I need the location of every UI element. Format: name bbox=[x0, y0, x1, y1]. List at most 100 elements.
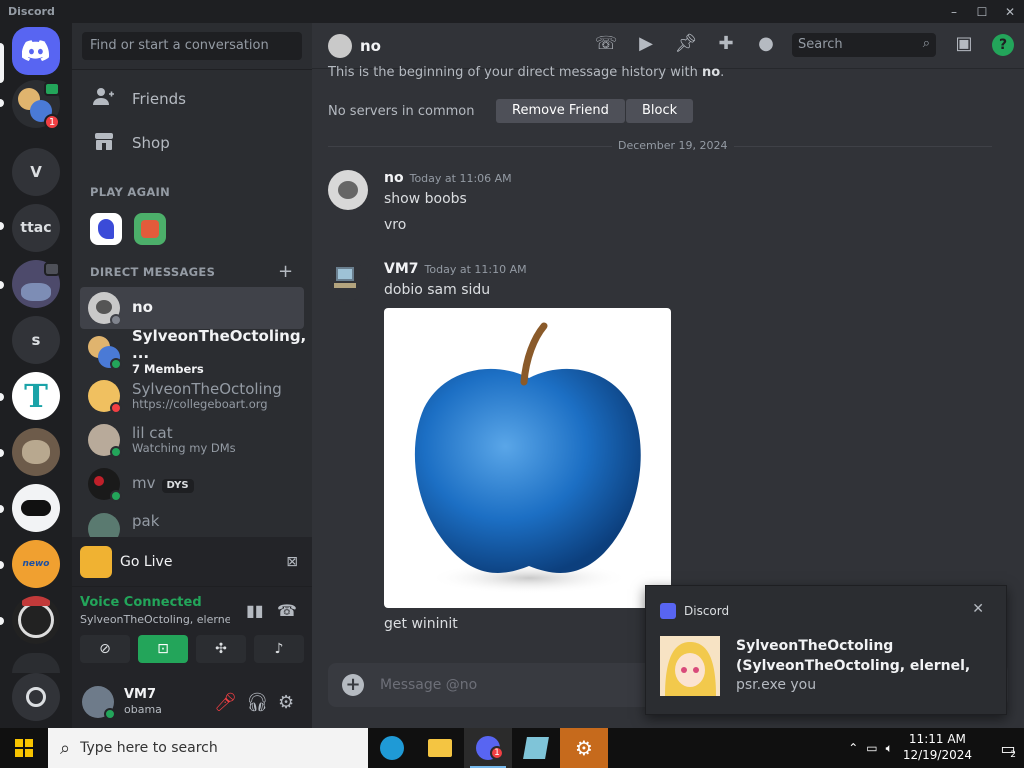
message-timestamp: Today at 11:10 AM bbox=[424, 263, 527, 276]
discover-icon[interactable] bbox=[12, 673, 60, 721]
soundboard-button[interactable]: ♪ bbox=[254, 635, 304, 663]
settings-taskbar-icon[interactable]: ⚙ bbox=[560, 728, 608, 768]
disconnect-icon[interactable]: ☎ bbox=[277, 601, 297, 620]
search-input[interactable]: Search ⌕ bbox=[792, 33, 936, 57]
noise-suppression-icon[interactable]: ▮▮ bbox=[246, 601, 264, 620]
mic-muted-icon[interactable]: 🎤︎ bbox=[214, 692, 237, 713]
toast-close-icon[interactable]: ✕ bbox=[972, 601, 984, 617]
server-partial-icon[interactable] bbox=[12, 653, 60, 673]
message-image[interactable] bbox=[384, 308, 671, 608]
user-avatar[interactable] bbox=[82, 686, 116, 720]
screen-share-button[interactable]: ⊡ bbox=[138, 635, 188, 663]
minimize-button[interactable]: – bbox=[940, 5, 968, 19]
chat-icon bbox=[44, 262, 60, 276]
remove-friend-button[interactable]: Remove Friend bbox=[496, 99, 625, 123]
server-s[interactable]: s bbox=[12, 316, 60, 364]
dnd-status-icon bbox=[110, 402, 122, 414]
avatar bbox=[88, 513, 120, 537]
clock[interactable]: 11:11 AM 12/19/2024 bbox=[903, 732, 972, 763]
avatar bbox=[88, 468, 122, 502]
friends-nav-item[interactable]: Friends bbox=[80, 78, 304, 120]
start-button[interactable] bbox=[0, 728, 48, 768]
dm-item-sylveon[interactable]: SylveonTheOctoling https://collegeboart.… bbox=[80, 375, 304, 417]
server-obs-icon[interactable] bbox=[12, 596, 60, 644]
voice-channel[interactable]: SylveonTheOctoling, elerne... bbox=[80, 613, 230, 626]
close-window-button[interactable]: ✕ bbox=[996, 5, 1024, 19]
taskbar: ⌕ Type here to search 1 ⚙ ⌃ ▭ 🔈︎ 11:11 AM… bbox=[0, 728, 1024, 768]
game-icon-1[interactable] bbox=[90, 213, 122, 245]
message-input[interactable]: Message @no bbox=[380, 677, 477, 693]
headphones-icon[interactable]: 🎧︎ bbox=[246, 692, 269, 713]
video-call-icon[interactable]: ▶ bbox=[634, 33, 658, 57]
home-button[interactable] bbox=[12, 27, 60, 75]
message-text: get wininit bbox=[384, 616, 458, 632]
volume-muted-icon[interactable]: 🔈︎ bbox=[886, 741, 893, 756]
discord-taskbar-icon[interactable]: 1 bbox=[464, 728, 512, 768]
message-avatar[interactable] bbox=[328, 261, 368, 301]
game-icon-2[interactable] bbox=[134, 213, 166, 245]
online-status-icon bbox=[110, 358, 122, 370]
notification-toast[interactable]: Discord ✕ SylveonTheOctoling (SylveonThe… bbox=[645, 585, 1007, 715]
network-icon[interactable]: ▭ bbox=[866, 741, 877, 755]
message-author[interactable]: no bbox=[384, 170, 404, 186]
avatar bbox=[88, 424, 122, 458]
header-name: no bbox=[360, 36, 381, 55]
server-ttac[interactable]: ttac bbox=[12, 204, 60, 252]
voice-call-icon[interactable]: ☏ bbox=[594, 33, 618, 57]
chevron-up-icon[interactable]: ⌃ bbox=[848, 741, 858, 755]
user-profile-icon[interactable]: ● bbox=[754, 33, 778, 57]
system-tray: ⌃ ▭ 🔈︎ 11:11 AM 12/19/2024 ▭ 2 bbox=[840, 728, 1024, 768]
offline-status-icon bbox=[110, 314, 122, 326]
user-status: obama bbox=[124, 702, 162, 716]
message-author[interactable]: VM7 bbox=[384, 261, 419, 277]
blue-apple-image bbox=[414, 322, 641, 594]
search-icon: ⌕ bbox=[922, 36, 930, 51]
dm-item-no[interactable]: no bbox=[80, 287, 304, 329]
mention-badge: 1 bbox=[44, 114, 60, 130]
maximize-button[interactable]: ☐ bbox=[968, 5, 996, 19]
settings-gear-icon[interactable]: ⚙ bbox=[278, 692, 294, 713]
dm-item-mv[interactable]: mv DYS bbox=[80, 463, 304, 505]
find-conversation-button[interactable]: Find or start a conversation bbox=[82, 32, 302, 60]
attach-plus-icon[interactable]: + bbox=[342, 674, 364, 696]
message-text: show boobs bbox=[384, 191, 467, 207]
file-explorer-taskbar-icon[interactable] bbox=[416, 728, 464, 768]
camera-off-button[interactable]: ⊘ bbox=[80, 635, 130, 663]
taskbar-search[interactable]: ⌕ Type here to search bbox=[48, 728, 368, 768]
dm-item-lil-cat[interactable]: lil cat Watching my DMs bbox=[80, 419, 304, 461]
title-bar: Discord – ☐ ✕ bbox=[0, 0, 1024, 23]
go-live-panel[interactable]: Go Live ⊠ bbox=[72, 537, 312, 586]
create-dm-button[interactable]: + bbox=[278, 261, 293, 282]
edge-taskbar-icon[interactable] bbox=[368, 728, 416, 768]
dm-item-group[interactable]: SylveonTheOctoling, ... 7 Members bbox=[80, 328, 306, 375]
server-panda-icon[interactable] bbox=[12, 484, 60, 532]
toast-avatar bbox=[660, 636, 720, 696]
voice-status[interactable]: Voice Connected bbox=[80, 595, 202, 610]
dm-item-pak[interactable]: pak bbox=[80, 507, 304, 537]
inbox-icon[interactable]: ▣ bbox=[952, 33, 976, 57]
app-taskbar-icon[interactable] bbox=[512, 728, 560, 768]
server-dog-icon[interactable] bbox=[12, 428, 60, 476]
app-title: Discord bbox=[8, 5, 55, 18]
server-newo-icon[interactable]: newo bbox=[12, 540, 60, 588]
server-t[interactable]: T bbox=[12, 372, 60, 420]
dm-subtext: https://collegeboart.org bbox=[132, 397, 268, 412]
add-friends-icon[interactable]: ✚ bbox=[714, 33, 738, 57]
online-status-icon bbox=[104, 708, 116, 720]
server-list: 1 V ttac s T newo bbox=[0, 23, 72, 728]
shop-nav-item[interactable]: Shop bbox=[80, 122, 304, 164]
user-panel: VM7 obama 🎤︎ 🎧︎ ⚙ bbox=[72, 676, 312, 728]
shop-icon bbox=[92, 131, 116, 155]
settings-gear-icon: ⚙ bbox=[575, 736, 593, 760]
block-button[interactable]: Block bbox=[626, 99, 694, 123]
notification-center-icon[interactable]: ▭ 2 bbox=[984, 728, 1024, 768]
unread-pill bbox=[0, 505, 4, 513]
avatar bbox=[88, 380, 122, 414]
pin-icon[interactable]: 📌︎ bbox=[674, 33, 698, 57]
go-live-label: Go Live bbox=[120, 553, 173, 570]
activities-button[interactable]: ✣ bbox=[196, 635, 246, 663]
stop-stream-icon[interactable]: ⊠ bbox=[286, 554, 298, 570]
help-icon[interactable]: ? bbox=[992, 34, 1014, 56]
message-avatar[interactable] bbox=[328, 170, 368, 210]
server-v[interactable]: V bbox=[12, 148, 60, 196]
